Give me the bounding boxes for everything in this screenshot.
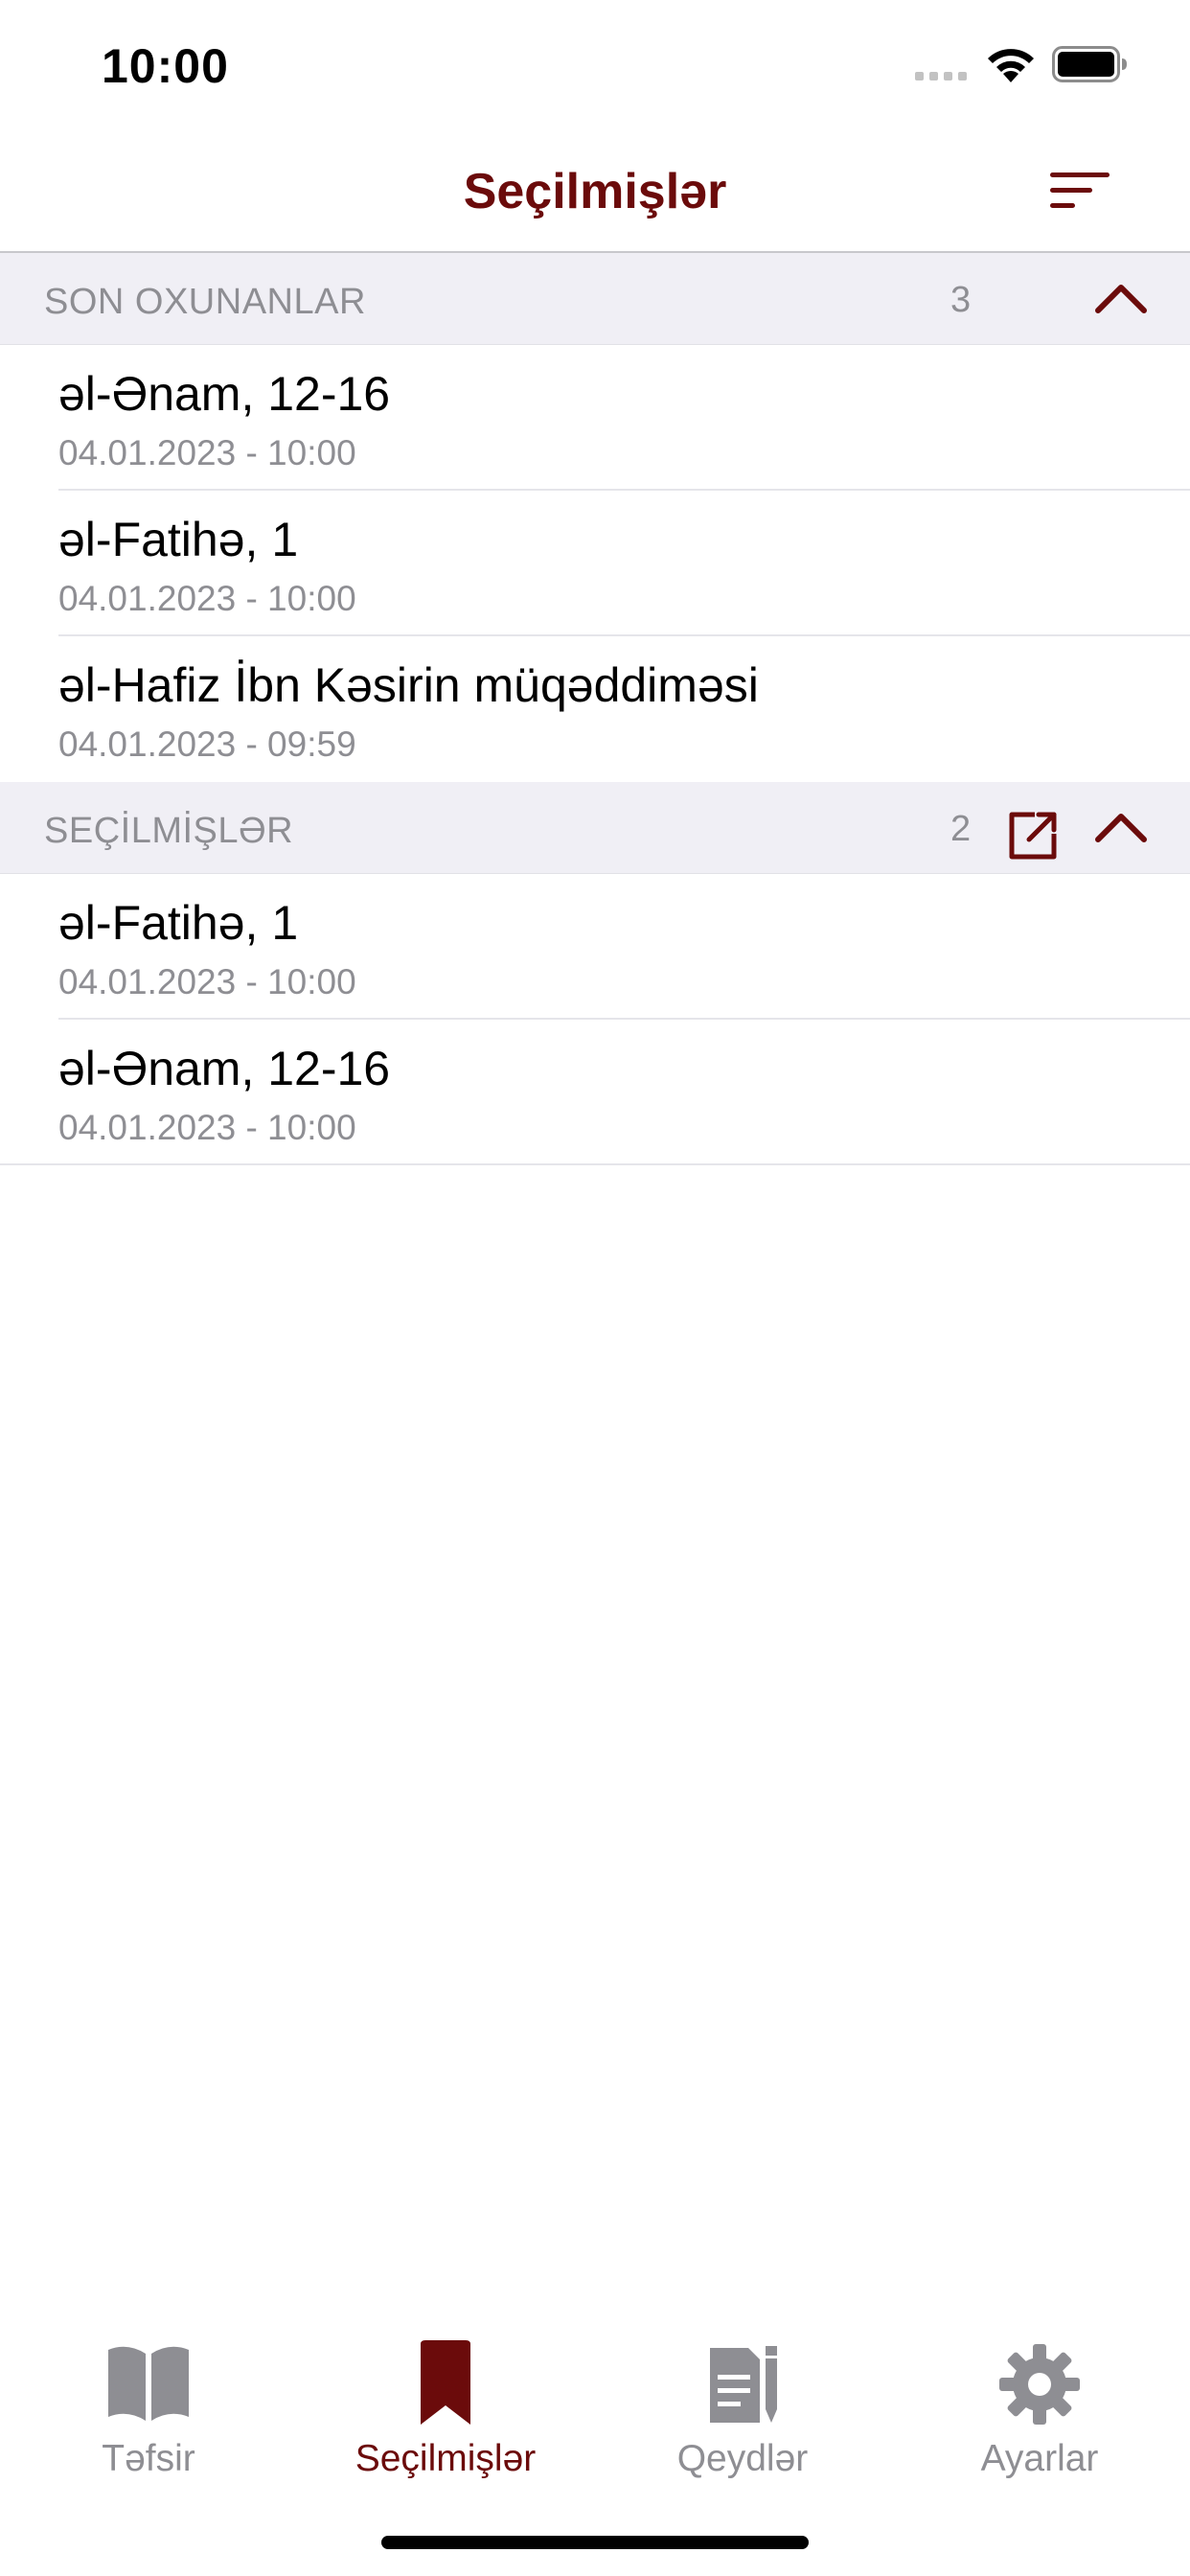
export-icon[interactable]: [1006, 809, 1060, 862]
notes-icon: [710, 2346, 777, 2423]
list-item[interactable]: əl-Fatihə, 1 04.01.2023 - 10:00: [0, 874, 1190, 1020]
section-count: 3: [950, 280, 972, 320]
section-header-favorites: SEÇİLMİŞLƏR 2: [0, 782, 1190, 874]
tab-label: Seçilmişlər: [355, 2438, 537, 2479]
chevron-up-icon[interactable]: [1092, 274, 1150, 324]
wifi-icon: [988, 49, 1034, 82]
item-date: 04.01.2023 - 10:00: [58, 962, 356, 1001]
home-indicator: [381, 2536, 809, 2549]
bookmark-icon: [421, 2340, 470, 2425]
item-title: əl-Fatihə, 1: [58, 896, 299, 950]
tab-qeydler[interactable]: Qeydlər: [594, 2338, 891, 2511]
tab-secilmisler[interactable]: Seçilmişlər: [297, 2338, 594, 2511]
book-icon: [108, 2346, 189, 2421]
item-title: əl-Hafiz İbn Kəsirin müqəddiməsi: [58, 658, 759, 712]
list-item[interactable]: əl-Fatihə, 1 04.01.2023 - 10:00: [0, 491, 1190, 636]
section-count: 2: [950, 809, 972, 849]
section-title: SON OXUNANLAR: [44, 282, 366, 322]
status-time: 10:00: [102, 39, 229, 93]
battery-icon: [1052, 46, 1127, 82]
item-date: 04.01.2023 - 10:00: [58, 1108, 356, 1147]
item-date: 04.01.2023 - 10:00: [58, 579, 356, 618]
sort-lines-icon[interactable]: [1048, 169, 1111, 213]
tab-label: Təfsir: [102, 2438, 195, 2479]
item-title: əl-Fatihə, 1: [58, 513, 299, 566]
chevron-up-icon[interactable]: [1092, 803, 1150, 853]
gear-icon: [999, 2344, 1080, 2425]
page-title: Seçilmişlər: [463, 164, 727, 219]
section-title: SEÇİLMİŞLƏR: [44, 811, 294, 851]
tab-tefsir[interactable]: Təfsir: [0, 2338, 297, 2511]
navigation-bar: Seçilmişlər: [0, 134, 1190, 253]
list-item[interactable]: əl-Ənam, 12-16 04.01.2023 - 10:00: [0, 1020, 1190, 1165]
list-item[interactable]: əl-Ənam, 12-16 04.01.2023 - 10:00: [0, 345, 1190, 491]
item-date: 04.01.2023 - 09:59: [58, 724, 356, 764]
screen: 10:00 Seçilmişlər SON OXUNANLAR 3 əl-Əna…: [0, 0, 1190, 2576]
item-date: 04.01.2023 - 10:00: [58, 433, 356, 472]
tab-label: Qeydlər: [676, 2438, 809, 2479]
tab-ayarlar[interactable]: Ayarlar: [891, 2338, 1188, 2511]
cellular-signal-icon: [915, 72, 967, 80]
section-header-recent: SON OXUNANLAR 3: [0, 253, 1190, 345]
divider: [0, 1163, 1190, 1165]
list-item[interactable]: əl-Hafiz İbn Kəsirin müqəddiməsi 04.01.2…: [0, 636, 1190, 782]
item-title: əl-Ənam, 12-16: [58, 367, 391, 421]
item-title: əl-Ənam, 12-16: [58, 1042, 391, 1095]
tab-label: Ayarlar: [980, 2438, 1099, 2479]
status-bar: 10:00: [0, 0, 1190, 134]
